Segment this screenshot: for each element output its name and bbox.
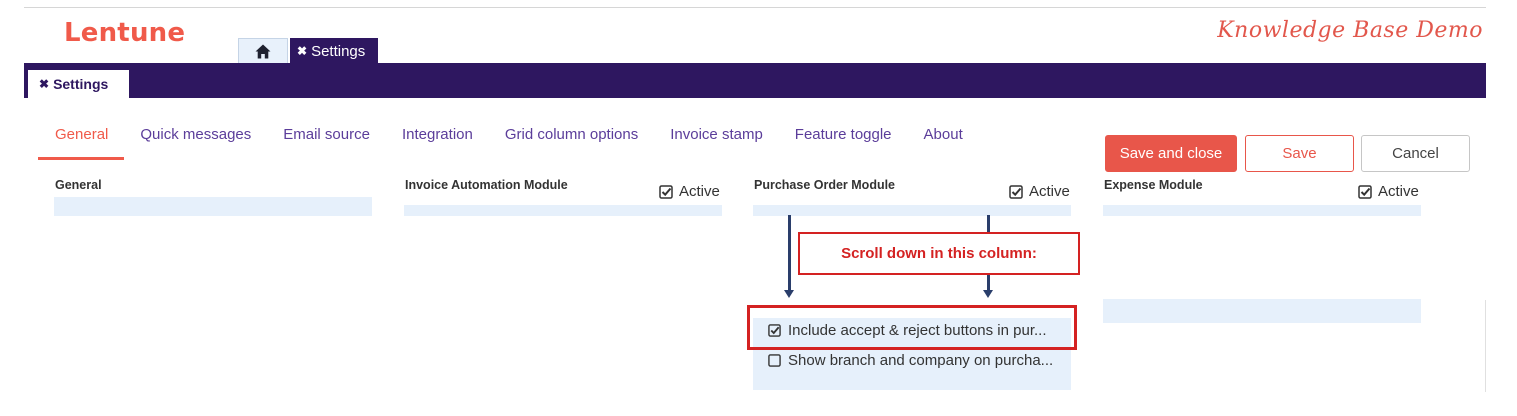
nav-tab-settings-label: Settings: [53, 76, 109, 92]
save-and-close-button[interactable]: Save and close: [1105, 135, 1237, 172]
expense-column-title: Expense Module: [1104, 178, 1203, 192]
tab-invoice-stamp[interactable]: Invoice stamp: [654, 126, 779, 160]
scroll-callout: Scroll down in this column:: [798, 232, 1080, 275]
invoice-active-label: Active: [679, 183, 720, 200]
expense-active-label: Active: [1378, 183, 1419, 200]
arrow-down-icon: [784, 215, 794, 298]
general-panel: [54, 197, 372, 216]
save-button[interactable]: Save: [1245, 135, 1354, 172]
nav-tab-settings[interactable]: ✖ Settings: [28, 70, 129, 98]
settings-tabs: General Quick messages Email source Inte…: [38, 126, 979, 160]
top-divider: [24, 7, 1486, 8]
general-column-title: General: [55, 178, 102, 192]
list-item[interactable]: Show branch and company on purcha...: [768, 352, 1053, 369]
purchase-column-title: Purchase Order Module: [754, 178, 896, 192]
nav-bar: [24, 63, 1486, 98]
invoice-panel: [404, 205, 722, 216]
tab-email-source[interactable]: Email source: [267, 126, 386, 160]
close-icon[interactable]: ✖: [297, 44, 307, 58]
expense-panel-bottom: [1103, 299, 1421, 323]
cancel-button[interactable]: Cancel: [1361, 135, 1470, 172]
logo: Lentune: [64, 18, 186, 48]
purchase-active-label: Active: [1029, 183, 1070, 200]
divider: [1485, 300, 1486, 392]
top-tab-settings-label: Settings: [311, 42, 366, 60]
checkbox-checked-icon: [1009, 184, 1023, 199]
highlight-box: [747, 305, 1077, 350]
expense-panel-top: [1103, 205, 1421, 216]
tab-grid-column-options[interactable]: Grid column options: [489, 126, 654, 160]
purchase-panel-top: [753, 205, 1071, 216]
checkbox-checked-icon: [1358, 184, 1372, 199]
close-icon[interactable]: ✖: [39, 77, 49, 91]
tab-quick-messages[interactable]: Quick messages: [124, 126, 267, 160]
home-icon: [255, 44, 271, 59]
checkbox-unchecked-icon[interactable]: [768, 354, 781, 367]
invoice-column-title: Invoice Automation Module: [405, 178, 568, 192]
invoice-active-checkbox[interactable]: Active: [659, 183, 720, 200]
knowledge-base-title: Knowledge Base Demo: [1217, 18, 1483, 43]
tab-about[interactable]: About: [908, 126, 979, 160]
purchase-active-checkbox[interactable]: Active: [1009, 183, 1070, 200]
tab-feature-toggle[interactable]: Feature toggle: [779, 126, 908, 160]
list-item-label: Show branch and company on purcha...: [788, 352, 1054, 369]
home-tab[interactable]: [238, 38, 288, 64]
expense-active-checkbox[interactable]: Active: [1358, 183, 1419, 200]
tab-general[interactable]: General: [38, 126, 125, 160]
top-tab-settings[interactable]: ✖ Settings: [290, 38, 378, 64]
tab-integration[interactable]: Integration: [386, 126, 489, 160]
checkbox-checked-icon: [659, 184, 673, 199]
